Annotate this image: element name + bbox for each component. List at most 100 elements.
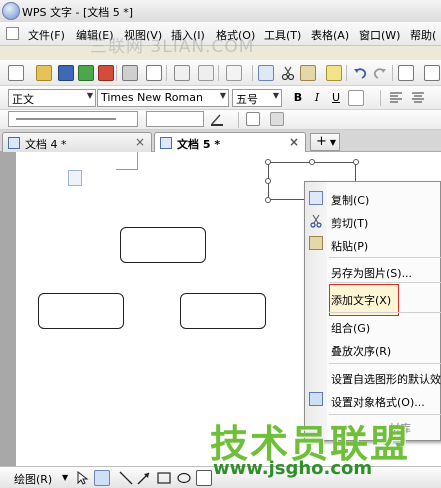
toolbar-separator xyxy=(116,65,117,81)
toolbar-separator xyxy=(252,65,253,81)
menu-separator xyxy=(329,282,441,283)
context-menu-paste[interactable]: 粘贴(P) xyxy=(331,238,368,254)
context-menu-format-object[interactable]: 设置对象格式(O)... xyxy=(331,394,425,410)
cut-icon xyxy=(309,214,323,228)
spell-check-icon[interactable] xyxy=(174,65,190,81)
chevron-down-icon: ▼ xyxy=(329,138,336,147)
watermark-3lian: 三联网 3LIAN.COM xyxy=(90,37,255,57)
toolbar-separator xyxy=(166,65,167,81)
tab-document-4[interactable]: 文档 4 * × xyxy=(2,132,152,152)
textbox-tool-icon[interactable] xyxy=(196,470,212,486)
font-color-icon[interactable] xyxy=(348,90,364,106)
context-menu-add-text[interactable]: 添加文字(X) xyxy=(331,292,391,308)
tab-label: 文档 4 * xyxy=(25,138,67,151)
style-combo[interactable]: 正文 ▼ xyxy=(8,89,96,107)
resize-handle[interactable] xyxy=(265,178,271,184)
print-icon[interactable] xyxy=(122,65,138,81)
align-center-icon[interactable] xyxy=(410,90,426,106)
rounded-rectangle-shape[interactable] xyxy=(120,227,206,263)
font-value: Times New Roman xyxy=(101,91,203,104)
italic-button[interactable]: I xyxy=(309,90,325,106)
menu-separator xyxy=(329,363,441,364)
toolbar-separator xyxy=(380,90,381,106)
context-menu-set-default-autoshape[interactable]: 设置自选图形的默认效果 xyxy=(331,371,441,387)
rectangle-tool-icon[interactable] xyxy=(156,470,172,486)
wps-logo-icon xyxy=(2,2,20,20)
resize-handle[interactable] xyxy=(309,159,315,165)
bold-button[interactable]: B xyxy=(290,90,306,106)
format-painter-icon[interactable] xyxy=(326,65,342,81)
resize-handle[interactable] xyxy=(265,159,271,165)
window-title: WPS 文字 - [文档 5 *] xyxy=(22,6,134,19)
format-object-icon xyxy=(309,392,323,406)
line-style-combo[interactable] xyxy=(8,111,138,127)
chevron-down-icon: ▼ xyxy=(86,91,93,100)
close-icon[interactable]: × xyxy=(289,135,299,149)
select-pointer-icon[interactable] xyxy=(74,470,90,486)
toolbar-separator xyxy=(238,112,239,128)
menu-help[interactable]: 帮助( xyxy=(410,27,436,43)
menu-separator xyxy=(329,257,441,258)
traditional-chinese-icon[interactable] xyxy=(226,65,242,81)
autoshapes-icon[interactable] xyxy=(94,470,110,486)
menu-file[interactable]: 文件(F) xyxy=(28,27,65,43)
line-tool-icon[interactable] xyxy=(118,470,134,486)
print-preview-icon[interactable] xyxy=(146,65,162,81)
track-changes-icon[interactable] xyxy=(198,65,214,81)
undo-icon[interactable] xyxy=(352,65,368,81)
line-toolbar xyxy=(0,110,441,130)
format-toolbar: 正文 ▼ Times New Roman ▼ 五号 ▼ B I U xyxy=(0,86,441,110)
underline-button[interactable]: U xyxy=(328,90,344,106)
arrow-tool-icon[interactable] xyxy=(136,470,152,486)
drawing-menu[interactable]: 绘图(R) xyxy=(14,471,52,487)
open-folder-icon[interactable] xyxy=(36,65,52,81)
export-pdf-icon[interactable] xyxy=(98,65,114,81)
resize-handle[interactable] xyxy=(265,197,271,203)
insert-table-icon[interactable] xyxy=(398,65,414,81)
cut-icon[interactable] xyxy=(280,65,296,81)
ellipse-tool-icon[interactable] xyxy=(176,470,192,486)
watermark-url: www.jsgho.com xyxy=(213,458,373,479)
rounded-rectangle-shape[interactable] xyxy=(38,293,124,329)
redo-icon[interactable] xyxy=(372,65,388,81)
line-width-combo[interactable] xyxy=(146,111,204,127)
new-tab-button[interactable]: + ▼ xyxy=(310,133,340,151)
paste-icon[interactable] xyxy=(300,65,316,81)
new-document-icon[interactable] xyxy=(8,65,24,81)
menu-document-icon[interactable] xyxy=(6,27,19,40)
menu-window[interactable]: 窗口(W) xyxy=(359,27,400,43)
tab-document-5[interactable]: 文档 5 * × xyxy=(154,132,306,152)
standard-toolbar xyxy=(0,60,441,86)
border-icon[interactable] xyxy=(246,112,260,126)
context-menu-group[interactable]: 组合(G) xyxy=(331,320,370,336)
close-icon[interactable]: × xyxy=(135,135,145,149)
font-combo[interactable]: Times New Roman ▼ xyxy=(97,89,229,107)
context-menu-copy[interactable]: 复制(C) xyxy=(331,192,369,208)
context-menu-order[interactable]: 叠放次序(R) xyxy=(331,343,391,359)
paste-icon xyxy=(309,236,323,250)
line-color-icon[interactable] xyxy=(210,112,224,126)
rounded-rectangle-shape[interactable] xyxy=(180,293,266,329)
resize-handle[interactable] xyxy=(353,159,359,165)
menu-table[interactable]: 表格(A) xyxy=(311,27,349,43)
toolbar-separator xyxy=(392,65,393,81)
save-icon[interactable] xyxy=(58,65,74,81)
tab-label: 文档 5 * xyxy=(177,138,221,151)
context-menu-save-as-picture[interactable]: 另存为图片(S)... xyxy=(331,265,412,281)
fill-color-icon[interactable] xyxy=(270,112,284,126)
menu-tools[interactable]: 工具(T) xyxy=(264,27,301,43)
plus-icon: + xyxy=(316,134,327,149)
document-tab-bar: 文档 4 * × 文档 5 * × + ▼ xyxy=(0,130,441,152)
align-left-icon[interactable] xyxy=(388,90,404,106)
save-as-icon[interactable] xyxy=(78,65,94,81)
font-size-combo[interactable]: 五号 ▼ xyxy=(232,89,282,107)
menu-separator xyxy=(329,312,441,313)
style-value: 正文 xyxy=(12,93,34,106)
context-menu-cut[interactable]: 剪切(T) xyxy=(331,215,368,231)
insert-chart-icon[interactable] xyxy=(424,65,440,81)
copy-icon[interactable] xyxy=(258,65,274,81)
title-bar: WPS 文字 - [文档 5 *] xyxy=(0,0,441,22)
line-sample-icon xyxy=(16,118,116,120)
context-menu: 复制(C) 剪切(T) 粘贴(P) 另存为图片(S)... 添加文字(X) 组合… xyxy=(304,181,441,441)
canvas-anchor-icon xyxy=(68,170,82,186)
